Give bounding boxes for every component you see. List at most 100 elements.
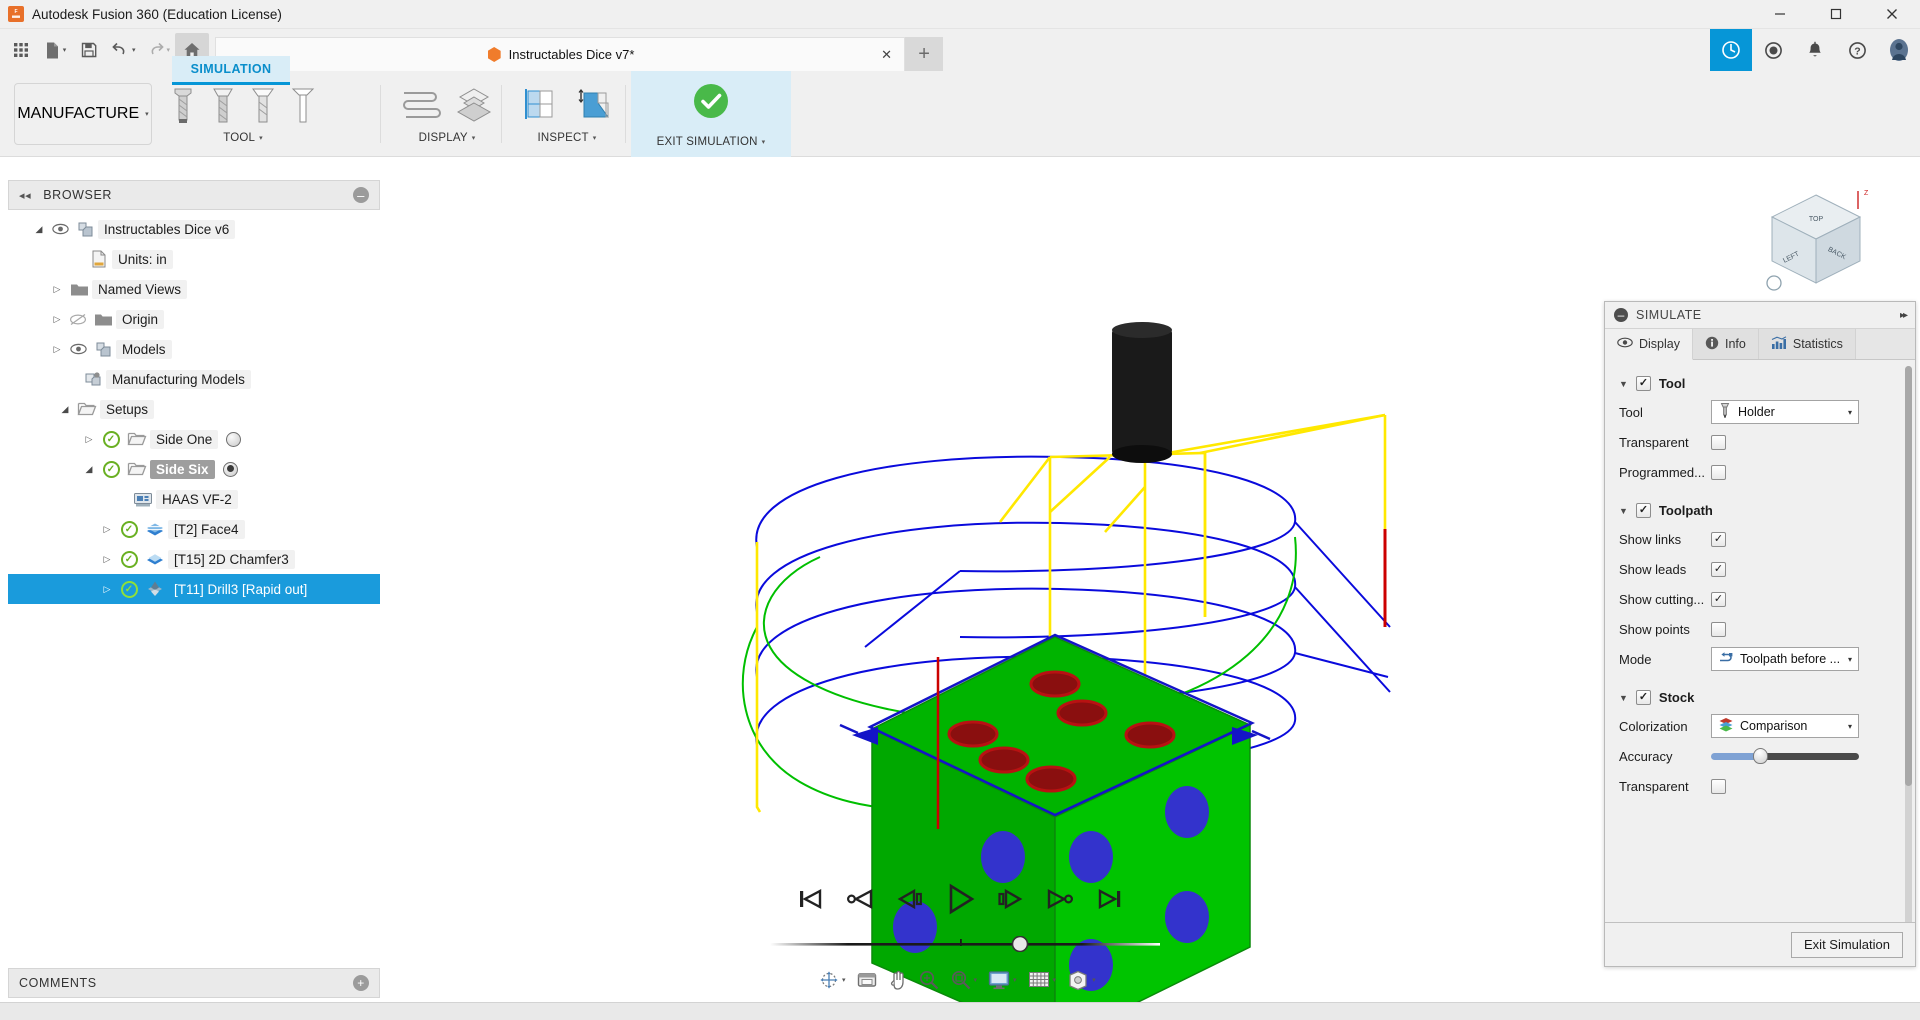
section-header-stock[interactable]: ▼ ✓ Stock	[1605, 682, 1915, 711]
maximize-button[interactable]	[1808, 0, 1864, 29]
view-cube[interactable]: TOP BACK LEFT Z	[1760, 187, 1872, 302]
chevron-down-icon[interactable]: ▾	[145, 110, 149, 118]
look-at-icon[interactable]	[852, 965, 882, 995]
flat-end-mill-icon[interactable]	[166, 83, 200, 127]
tool-display-select[interactable]: Holder ▾	[1711, 400, 1859, 424]
chevron-down-icon[interactable]: ▾	[472, 134, 476, 142]
twisty-closed-icon[interactable]: ▷	[98, 524, 116, 535]
tab-display[interactable]: Display	[1605, 329, 1693, 360]
twisty-open-icon[interactable]: ◢	[56, 404, 74, 415]
tree-row-named-views[interactable]: ▷ Named Views	[8, 274, 380, 304]
tree-row-setups[interactable]: ◢ Setups	[8, 394, 380, 424]
new-document-icon[interactable]: ▾	[38, 33, 72, 67]
ribbon-group-display-label[interactable]: DISPLAY ▾	[419, 132, 476, 144]
show-links-checkbox[interactable]: ✓	[1711, 531, 1726, 547]
display-settings-icon[interactable]: ▾	[983, 965, 1021, 995]
tool-transparent-checkbox[interactable]	[1711, 434, 1726, 450]
tree-row-manufacturing-models[interactable]: Manufacturing Models	[8, 364, 380, 394]
comments-panel-header[interactable]: COMMENTS +	[8, 968, 380, 998]
close-button[interactable]	[1864, 0, 1920, 29]
zoom-icon[interactable]	[914, 965, 944, 995]
panel-scrollbar[interactable]	[1905, 366, 1912, 922]
document-tab[interactable]: Instructables Dice v7* ✕	[215, 37, 906, 71]
exit-simulation-dialog-button[interactable]: Exit Simulation	[1791, 931, 1903, 958]
twisty-closed-icon[interactable]: ▷	[98, 554, 116, 565]
twisty-closed-icon[interactable]: ▷	[80, 434, 98, 445]
eye-visible-icon[interactable]	[66, 343, 90, 355]
redo-icon[interactable]: ▾	[141, 33, 176, 67]
tree-row-origin[interactable]: ▷ Origin	[8, 304, 380, 334]
chamfer-mill-icon[interactable]	[246, 83, 280, 127]
exit-simulation-button[interactable]: EXIT SIMULATION ▾	[631, 71, 791, 157]
chevron-down-icon[interactable]: ▾	[1848, 722, 1852, 731]
viewports-icon[interactable]: ▾	[1062, 965, 1100, 995]
bull-nose-end-mill-icon[interactable]	[206, 83, 240, 127]
previous-operation-button[interactable]	[840, 879, 880, 919]
twisty-open-icon[interactable]: ◢	[80, 464, 98, 475]
expand-dialog-icon[interactable]: ▸▸	[1900, 310, 1908, 321]
section-tool-checkbox[interactable]: ✓	[1635, 376, 1651, 391]
workspace-switcher[interactable]: MANUFACTURE ▾	[14, 83, 152, 145]
tree-row-units[interactable]: Units: in	[8, 244, 380, 274]
section-toolpath-checkbox[interactable]: ✓	[1635, 503, 1651, 518]
twisty-closed-icon[interactable]: ▷	[48, 344, 66, 355]
section-header-tool[interactable]: ▼ ✓ Tool	[1605, 368, 1915, 397]
chevron-down-icon[interactable]: ▾	[1013, 976, 1017, 984]
step-forward-button[interactable]	[990, 879, 1030, 919]
triangle-down-icon[interactable]: ▼	[1619, 506, 1628, 516]
chevron-down-icon[interactable]: ▾	[1848, 655, 1852, 664]
toolpath-mode-select[interactable]: Toolpath before ... ▾	[1711, 647, 1859, 671]
grid-apps-icon[interactable]	[4, 33, 38, 67]
extensions-icon[interactable]	[1710, 29, 1752, 71]
twisty-closed-icon[interactable]: ▷	[98, 584, 116, 595]
tree-row-models[interactable]: ▷ Models	[8, 334, 380, 364]
chevron-down-icon[interactable]: ▾	[132, 46, 136, 54]
chevron-down-icon[interactable]: ▾	[1053, 976, 1057, 984]
twisty-open-icon[interactable]: ◢	[30, 224, 48, 235]
stock-icon[interactable]	[450, 83, 498, 127]
section-analysis-icon[interactable]	[516, 83, 564, 127]
close-icon[interactable]: ✕	[881, 47, 892, 63]
job-status-icon[interactable]	[1752, 29, 1794, 71]
minimize-button[interactable]	[1752, 0, 1808, 29]
chevron-down-icon[interactable]: ▾	[1848, 408, 1852, 417]
collapse-icon[interactable]: ◂◂	[19, 189, 31, 202]
show-cutting-moves-checkbox[interactable]: ✓	[1711, 591, 1726, 607]
grid-snaps-icon[interactable]: ▾	[1023, 965, 1061, 995]
section-header-toolpath[interactable]: ▼ ✓ Toolpath	[1605, 495, 1915, 524]
measure-icon[interactable]	[570, 83, 618, 127]
triangle-down-icon[interactable]: ▼	[1619, 693, 1628, 703]
face-mill-icon[interactable]	[286, 83, 320, 127]
eye-visible-icon[interactable]	[48, 223, 72, 235]
tab-info[interactable]: Info	[1693, 329, 1759, 359]
show-leads-checkbox[interactable]: ✓	[1711, 561, 1726, 577]
stock-transparent-checkbox[interactable]	[1711, 778, 1726, 794]
twisty-closed-icon[interactable]: ▷	[48, 284, 66, 295]
orbit-icon[interactable]: ▾	[814, 965, 850, 995]
chevron-down-icon[interactable]: ▾	[1092, 976, 1096, 984]
twisty-closed-icon[interactable]: ▷	[48, 314, 66, 325]
accuracy-slider[interactable]	[1711, 746, 1859, 766]
chevron-down-icon[interactable]: ▾	[593, 134, 597, 142]
tree-row-operation-2d-chamfer3[interactable]: ▷ ✓ [T15] 2D Chamfer3	[8, 544, 380, 574]
undo-icon[interactable]: ▾	[106, 33, 141, 67]
tree-row-haas-vf-2[interactable]: HAAS VF-2	[8, 484, 380, 514]
section-stock-checkbox[interactable]: ✓	[1635, 690, 1651, 705]
tree-row-operation-face4[interactable]: ▷ ✓ [T2] Face4	[8, 514, 380, 544]
tab-statistics[interactable]: Statistics	[1758, 329, 1856, 359]
save-icon[interactable]	[72, 33, 106, 67]
setup-active-radio[interactable]	[226, 431, 242, 447]
next-operation-button[interactable]	[1040, 879, 1080, 919]
collapse-dialog-icon[interactable]: –	[1614, 308, 1628, 322]
chevron-down-icon[interactable]: ▾	[259, 134, 263, 142]
step-backward-button[interactable]	[890, 879, 930, 919]
skip-to-end-button[interactable]	[1090, 879, 1130, 919]
play-button[interactable]	[940, 879, 980, 919]
minimize-icon[interactable]: –	[353, 187, 369, 203]
ribbon-group-tool-label[interactable]: TOOL ▾	[223, 132, 263, 144]
tree-row-side-one[interactable]: ▷ ✓ Side One	[8, 424, 380, 454]
zoom-window-icon[interactable]: ▾	[946, 965, 982, 995]
add-comment-icon[interactable]: +	[353, 975, 369, 991]
account-avatar[interactable]	[1878, 29, 1920, 71]
colorization-select[interactable]: Comparison ▾	[1711, 714, 1859, 738]
